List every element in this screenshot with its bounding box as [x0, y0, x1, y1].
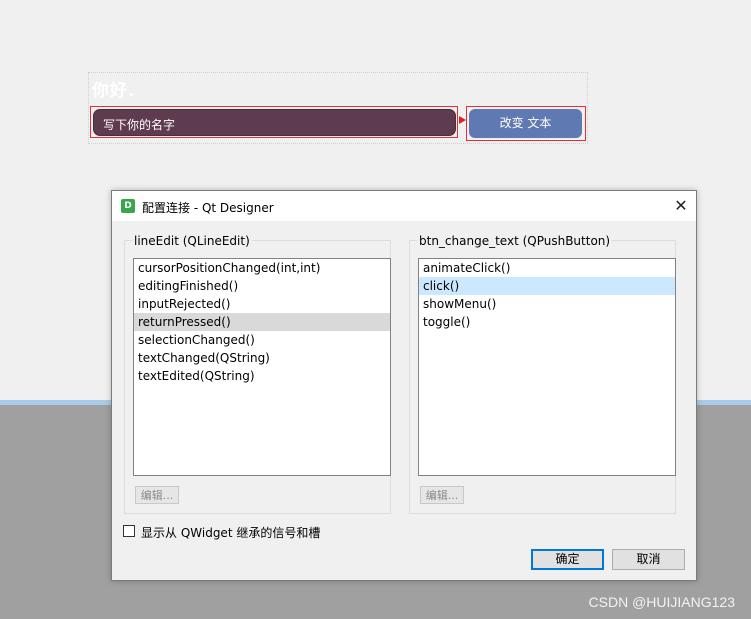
- change-text-button[interactable]: 改变 文本: [469, 109, 582, 138]
- dialog-title: 配置连接 - Qt Designer: [142, 201, 274, 215]
- ok-button[interactable]: 确定: [531, 549, 604, 570]
- slot-item[interactable]: showMenu(): [419, 295, 675, 313]
- slot-item[interactable]: animateClick(): [419, 259, 675, 277]
- inherit-checkbox[interactable]: [123, 525, 135, 537]
- edit-slots-button[interactable]: 编辑...: [420, 486, 464, 504]
- slot-item[interactable]: toggle(): [419, 313, 675, 331]
- watermark-text: CSDN @HUIJIANG123: [588, 594, 735, 610]
- signal-item[interactable]: textEdited(QString): [134, 367, 390, 385]
- signal-item[interactable]: returnPressed(): [134, 313, 390, 331]
- configure-connection-dialog: D 配置连接 - Qt Designer ✕ lineEdit (QLineEd…: [111, 190, 697, 581]
- greeting-label[interactable]: 你好.: [92, 76, 135, 101]
- inherit-checkbox-label[interactable]: 显示从 QWidget 继承的信号和槽: [141, 524, 320, 541]
- signals-group-title: lineEdit (QLineEdit): [132, 234, 252, 248]
- signal-item[interactable]: editingFinished(): [134, 277, 390, 295]
- slots-list[interactable]: animateClick() click() showMenu() toggle(): [418, 258, 676, 476]
- dialog-titlebar: D 配置连接 - Qt Designer ✕: [112, 191, 696, 221]
- connection-arrow-icon: [459, 116, 466, 124]
- signal-item[interactable]: selectionChanged(): [134, 331, 390, 349]
- signals-list[interactable]: cursorPositionChanged(int,int) editingFin…: [133, 258, 391, 476]
- name-line-edit[interactable]: 写下你的名字: [93, 109, 456, 136]
- edit-signals-button[interactable]: 编辑...: [135, 486, 179, 504]
- qt-designer-icon: D: [121, 199, 135, 213]
- slots-group-title: btn_change_text (QPushButton): [417, 234, 613, 248]
- close-icon[interactable]: ✕: [666, 191, 696, 221]
- signal-item[interactable]: cursorPositionChanged(int,int): [134, 259, 390, 277]
- cancel-button[interactable]: 取消: [612, 549, 685, 570]
- slot-item[interactable]: click(): [419, 277, 675, 295]
- signal-item[interactable]: textChanged(QString): [134, 349, 390, 367]
- signal-item[interactable]: inputRejected(): [134, 295, 390, 313]
